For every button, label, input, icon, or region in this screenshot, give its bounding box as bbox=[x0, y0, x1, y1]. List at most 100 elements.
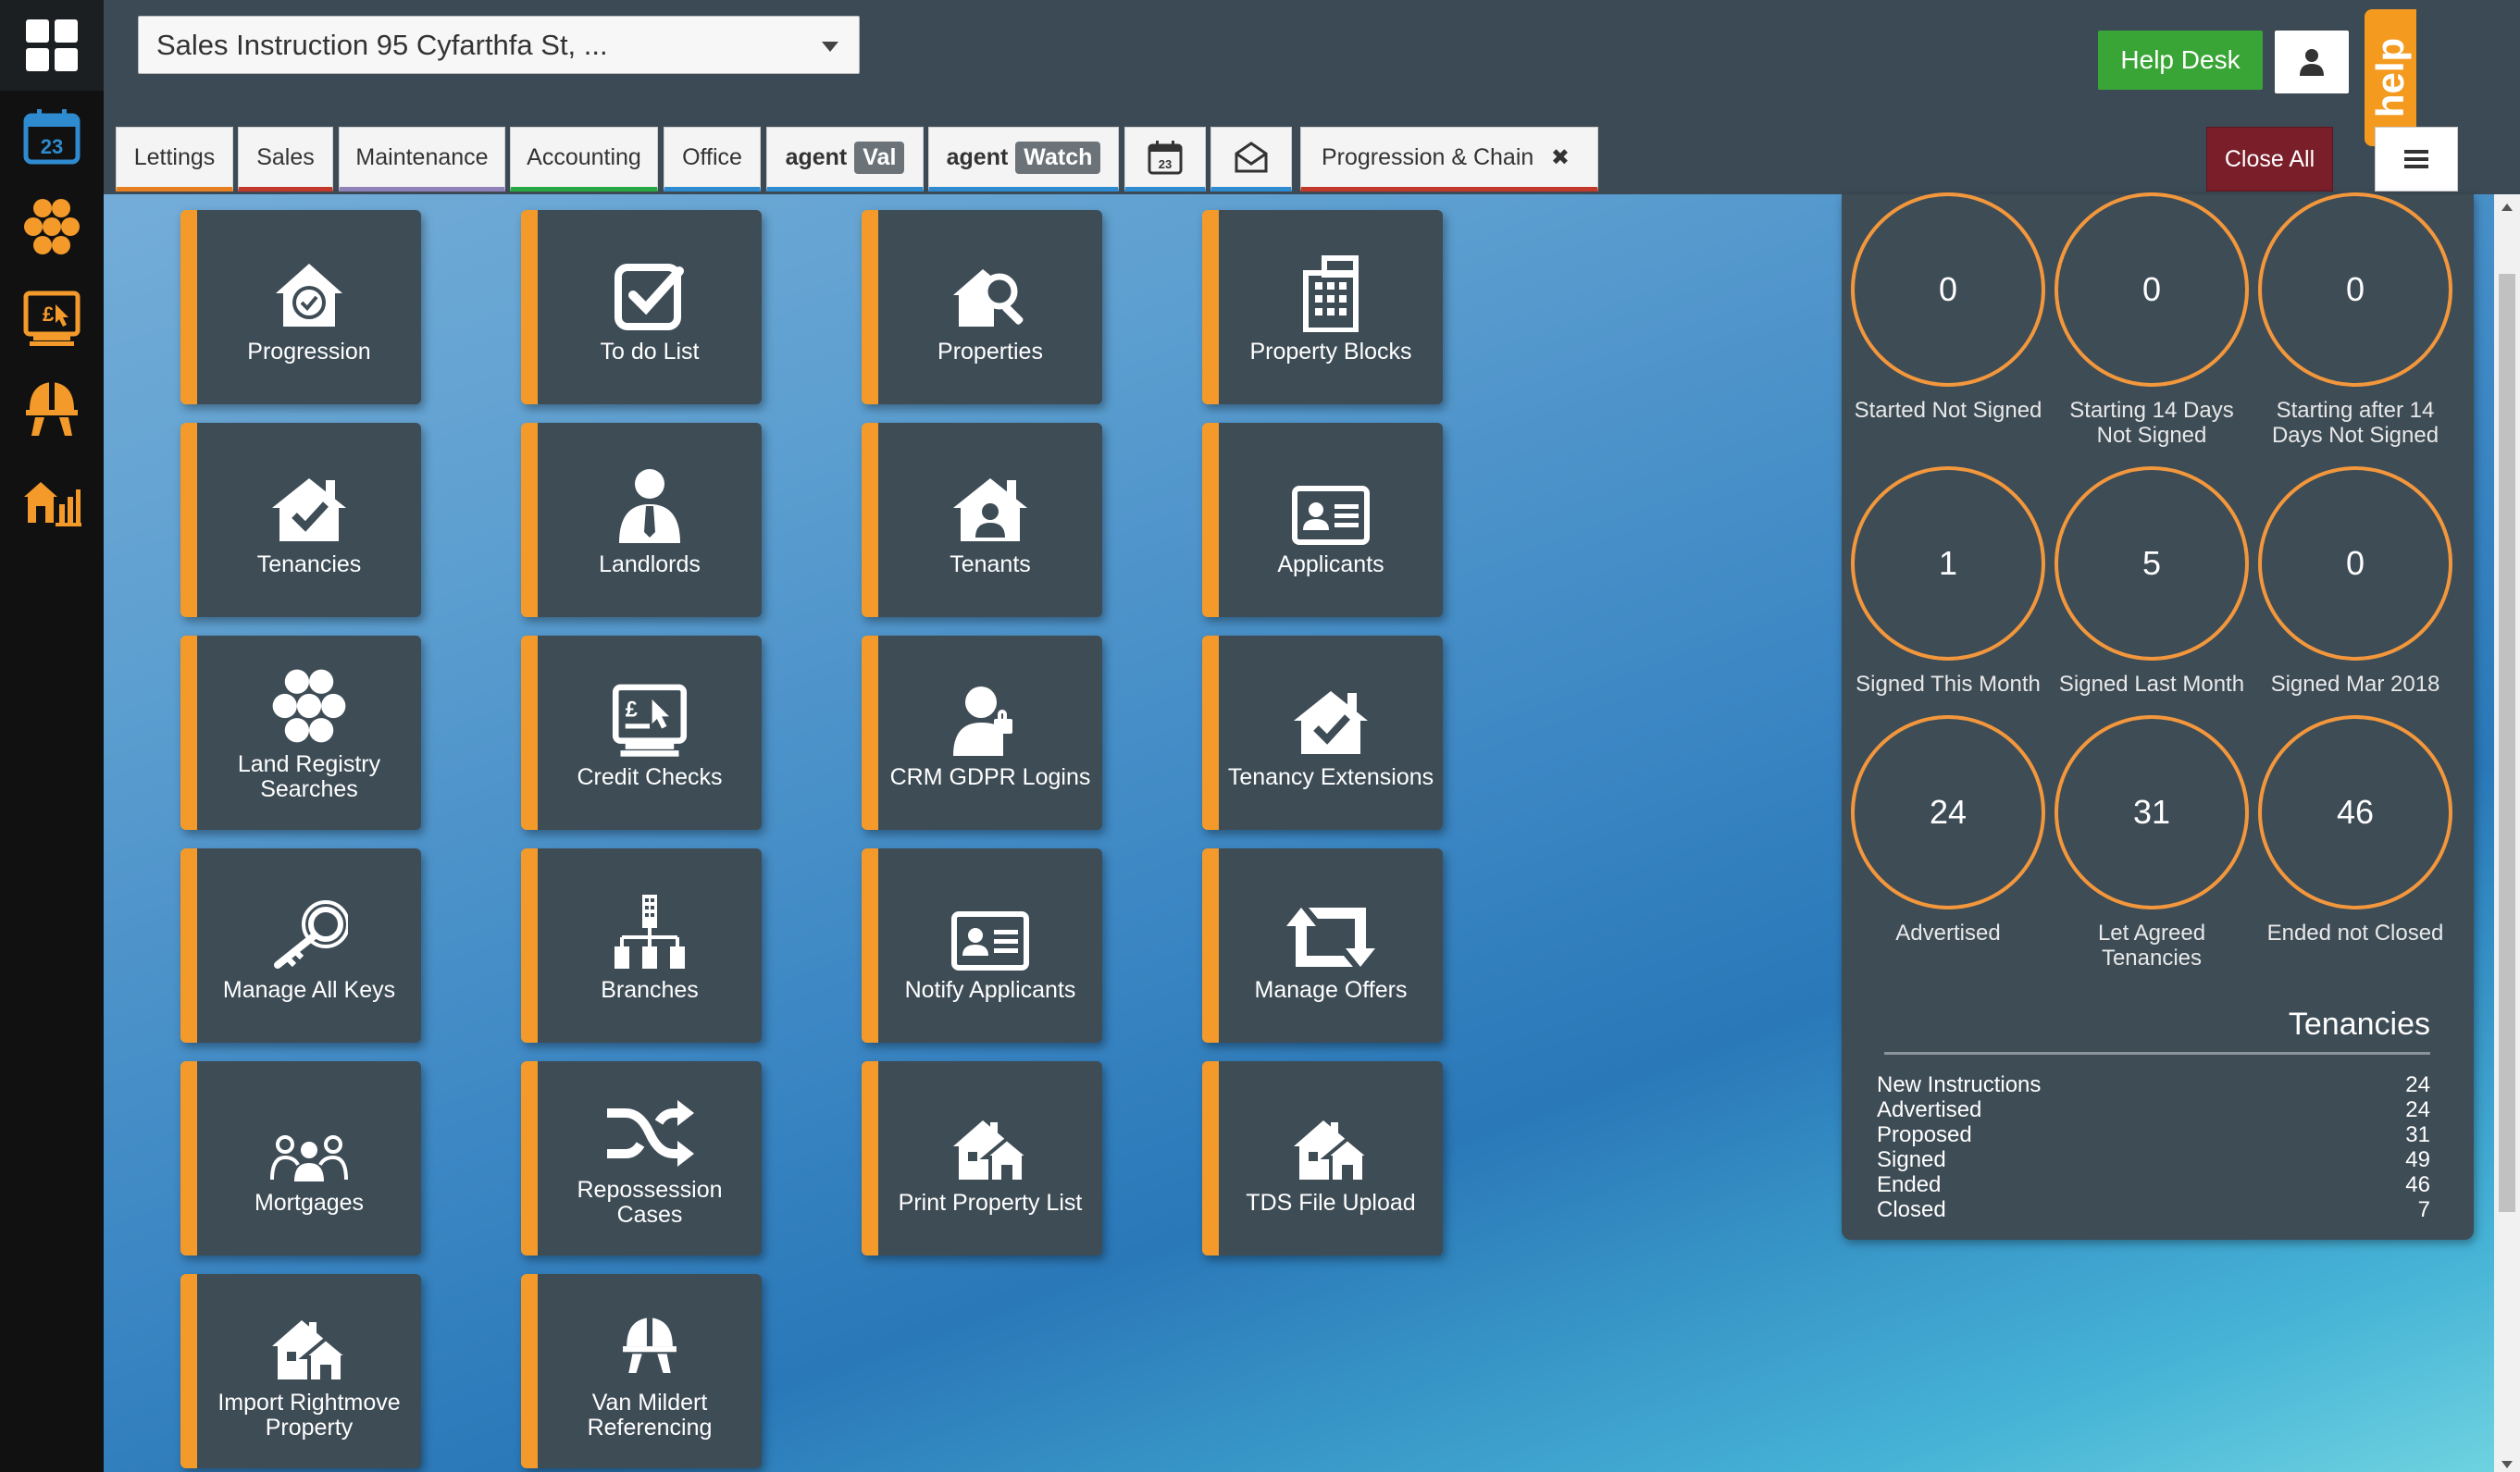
tile-properties[interactable]: Properties bbox=[862, 210, 1102, 404]
menu-button[interactable] bbox=[2375, 127, 2458, 192]
rail-land-registry[interactable] bbox=[0, 181, 104, 272]
rail-reports[interactable] bbox=[0, 453, 104, 544]
user-lock-icon bbox=[953, 676, 1027, 758]
stat-ended-not-closed[interactable]: 46 Ended not Closed bbox=[2258, 715, 2452, 946]
tile-landlords-label: Landlords bbox=[599, 550, 701, 577]
list-item: Advertised 24 bbox=[1877, 1097, 2430, 1122]
tab-lettings[interactable]: Lettings bbox=[116, 127, 233, 192]
stat-label: Starting 14 Days Not Signed bbox=[2069, 398, 2234, 448]
row-label: New Instructions bbox=[1877, 1072, 2042, 1097]
rail-calendar[interactable]: 23 bbox=[0, 91, 104, 181]
tab-office[interactable]: Office bbox=[664, 127, 761, 192]
tile-tenancies[interactable]: Tenancies bbox=[180, 423, 421, 617]
tile-van-mildert-referencing[interactable]: Van Mildert Referencing bbox=[521, 1274, 762, 1468]
left-rail: 23 £ bbox=[0, 0, 104, 1472]
tab-lettings-label: Lettings bbox=[133, 143, 216, 170]
tile-progression[interactable]: Progression bbox=[180, 210, 421, 404]
tile-manage-all-keys-label: Manage All Keys bbox=[222, 976, 396, 1003]
tile-manage-all-keys[interactable]: Manage All Keys bbox=[180, 848, 421, 1043]
tile-land-registry-searches-label: Land Registry Searches bbox=[237, 751, 381, 802]
stat-signed-this-month[interactable]: 1 Signed This Month bbox=[1851, 466, 2045, 697]
hardhat-icon bbox=[26, 382, 78, 436]
user-button[interactable] bbox=[2275, 31, 2349, 93]
stat-signed-last-month[interactable]: 5 Signed Last Month bbox=[2054, 466, 2249, 697]
help-desk-button[interactable]: Help Desk bbox=[2098, 31, 2263, 90]
scroll-down-icon[interactable] bbox=[2501, 1461, 2513, 1468]
tab-accounting-label: Accounting bbox=[527, 143, 641, 170]
tab-sales[interactable]: Sales bbox=[238, 127, 333, 192]
stat-label: Signed Last Month bbox=[2058, 672, 2245, 697]
building-icon bbox=[1298, 251, 1363, 332]
list-item: New Instructions 24 bbox=[1877, 1072, 2430, 1097]
svg-text:23: 23 bbox=[1159, 157, 1172, 171]
credit-check-icon: £ bbox=[611, 676, 689, 758]
scroll-up-icon[interactable] bbox=[2501, 204, 2513, 211]
close-all-button[interactable]: Close All bbox=[2206, 127, 2333, 192]
tile-notify-applicants[interactable]: Notify Applicants bbox=[862, 848, 1102, 1043]
tab-office-label: Office bbox=[682, 143, 742, 170]
row-value: 46 bbox=[2405, 1172, 2430, 1197]
tab-maintenance-label: Maintenance bbox=[355, 143, 489, 170]
property-select[interactable]: Sales Instruction 95 Cyfarthfa St, ... bbox=[138, 16, 860, 74]
page-scrollbar[interactable] bbox=[2494, 194, 2520, 1472]
row-value: 49 bbox=[2405, 1147, 2430, 1172]
tab-agent-watch[interactable]: agent Watch bbox=[928, 127, 1119, 192]
svg-text:£: £ bbox=[43, 303, 55, 326]
stat-label: Signed Mar 2018 bbox=[2270, 672, 2440, 697]
tile-manage-offers[interactable]: Manage Offers bbox=[1202, 848, 1443, 1043]
tile-mortgages[interactable]: Mortgages bbox=[180, 1061, 421, 1256]
stat-started-not-signed[interactable]: 0 Started Not Signed bbox=[1851, 192, 2045, 423]
tile-print-property-list[interactable]: Print Property List bbox=[862, 1061, 1102, 1256]
tile-import-rightmove-property[interactable]: Import Rightmove Property bbox=[180, 1274, 421, 1468]
stat-starting-after-14-days-not-signed[interactable]: 0 Starting after 14 Days Not Signed bbox=[2258, 192, 2452, 448]
tile-applicants[interactable]: Applicants bbox=[1202, 423, 1443, 617]
rail-credit-checks[interactable]: £ bbox=[0, 272, 104, 363]
house-search-icon bbox=[951, 251, 1029, 332]
tile-branches[interactable]: Branches bbox=[521, 848, 762, 1043]
property-select-value: Sales Instruction 95 Cyfarthfa St, ... bbox=[156, 28, 608, 61]
row-label: Proposed bbox=[1877, 1122, 1972, 1147]
stat-signed-mar-2018[interactable]: 0 Signed Mar 2018 bbox=[2258, 466, 2452, 697]
tile-to-do-list[interactable]: To do List bbox=[521, 210, 762, 404]
stat-label: Starting after 14 Days Not Signed bbox=[2271, 398, 2439, 448]
tile-tenants[interactable]: Tenants bbox=[862, 423, 1102, 617]
stat-let-agreed-tenancies[interactable]: 31 Let Agreed Tenancies bbox=[2054, 715, 2249, 971]
tab-progression-chain[interactable]: Progression & Chain ✖ bbox=[1300, 127, 1598, 192]
tab-calendar[interactable]: 23 bbox=[1124, 127, 1206, 192]
user-icon bbox=[2300, 49, 2324, 76]
tab-mail[interactable] bbox=[1210, 127, 1292, 192]
tile-tenants-label: Tenants bbox=[950, 550, 1031, 577]
stat-advertised[interactable]: 24 Advertised bbox=[1851, 715, 2045, 946]
tab-agent-watch-label: agent bbox=[946, 143, 1009, 170]
tile-tds-file-upload[interactable]: TDS File Upload bbox=[1202, 1061, 1443, 1256]
stat-starting-14-days-not-signed[interactable]: 0 Starting 14 Days Not Signed bbox=[2054, 192, 2249, 448]
person-tie-icon bbox=[615, 464, 684, 545]
tile-land-registry-searches[interactable]: Land Registry Searches bbox=[180, 636, 421, 830]
tile-property-blocks[interactable]: Property Blocks bbox=[1202, 210, 1443, 404]
tile-credit-checks[interactable]: £ Credit Checks bbox=[521, 636, 762, 830]
scrollbar-thumb[interactable] bbox=[2499, 274, 2515, 1212]
tab-maintenance[interactable]: Maintenance bbox=[339, 127, 505, 192]
rail-dashboard[interactable] bbox=[0, 0, 104, 91]
tile-tenancies-label: Tenancies bbox=[256, 550, 362, 577]
row-value: 24 bbox=[2405, 1097, 2430, 1122]
stat-ring: 24 bbox=[1851, 715, 2045, 909]
tile-manage-offers-label: Manage Offers bbox=[1254, 976, 1408, 1003]
stat-ring: 46 bbox=[2258, 715, 2452, 909]
svg-text:23: 23 bbox=[41, 135, 63, 158]
tile-to-do-list-label: To do List bbox=[600, 338, 700, 365]
help-tab-label: help bbox=[2368, 37, 2412, 118]
hexagons-icon bbox=[270, 663, 348, 745]
tile-landlords[interactable]: Landlords bbox=[521, 423, 762, 617]
houses-icon bbox=[951, 1102, 1029, 1183]
tile-tenancy-extensions[interactable]: Tenancy Extensions bbox=[1202, 636, 1443, 830]
tab-accounting[interactable]: Accounting bbox=[510, 127, 658, 192]
stat-ring: 31 bbox=[2054, 715, 2249, 909]
rail-referencing[interactable] bbox=[0, 363, 104, 453]
help-tab[interactable]: help bbox=[2365, 9, 2416, 146]
close-icon[interactable]: ✖ bbox=[1551, 144, 1570, 171]
tile-repossession-cases[interactable]: Repossession Cases bbox=[521, 1061, 762, 1256]
tile-crm-gdpr-logins[interactable]: CRM GDPR Logins bbox=[862, 636, 1102, 830]
tab-agent-val[interactable]: agent Val bbox=[766, 127, 924, 192]
hexagons-icon bbox=[24, 199, 80, 254]
